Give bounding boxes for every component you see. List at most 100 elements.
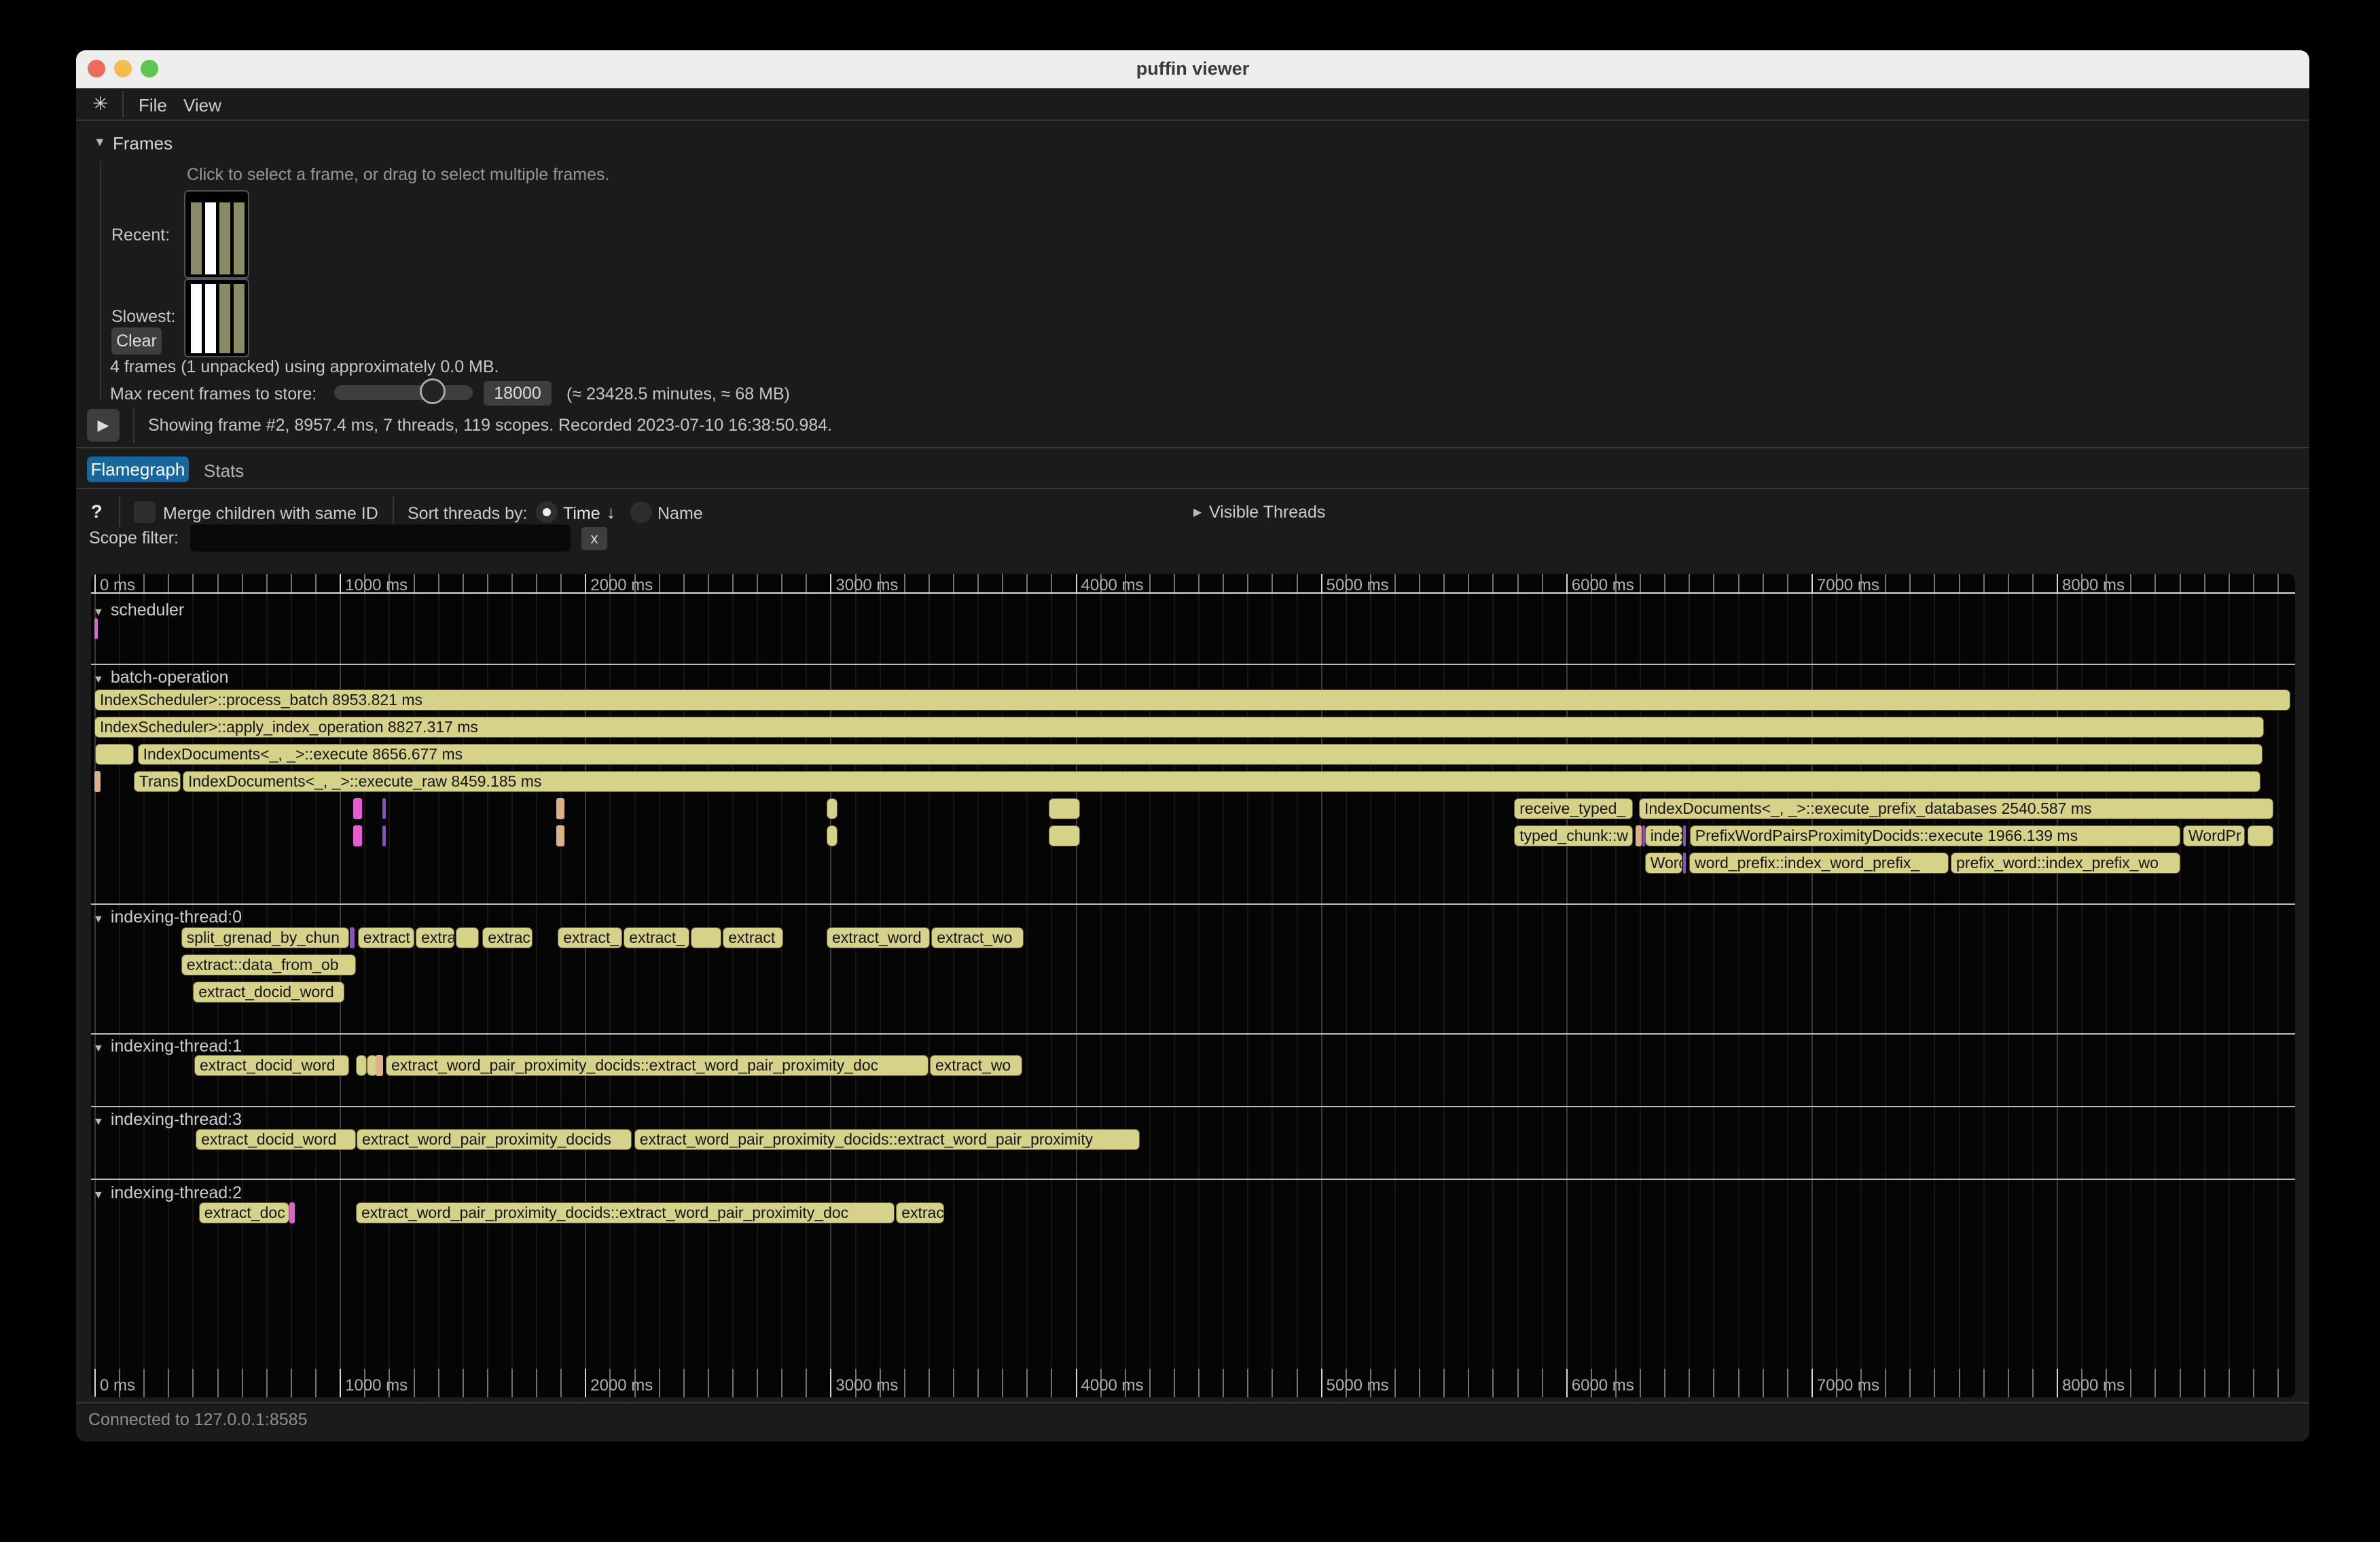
flame-bar[interactable]: prefix_word::index_prefix_wo — [1951, 853, 2180, 874]
menu-item-file[interactable]: File — [139, 95, 167, 116]
thread-header[interactable]: ▼batch-operation — [93, 668, 229, 687]
axis-tick — [1542, 574, 1543, 592]
flame-bar[interactable] — [827, 798, 837, 819]
flame-bar[interactable]: IndexScheduler>::apply_index_operation 8… — [94, 717, 2264, 738]
flame-bar[interactable]: extract_word — [827, 927, 930, 948]
flame-bar[interactable]: Word — [1645, 853, 1682, 874]
flame-bar[interactable] — [1636, 825, 1642, 846]
sort-name-label[interactable]: Name — [657, 504, 703, 524]
flame-bar[interactable] — [382, 798, 386, 819]
flame-bar[interactable]: extract_word_pair_proximity_docids::extr… — [356, 1202, 895, 1223]
flame-bar[interactable]: extract_wo — [931, 927, 1024, 948]
max-recent-frames-slider[interactable] — [334, 385, 473, 400]
flame-bar[interactable]: extract::data_from_ob — [181, 954, 356, 975]
collapse-icon[interactable]: ▼ — [93, 1116, 104, 1128]
flame-bar[interactable] — [353, 798, 362, 819]
collapse-icon[interactable]: ▼ — [93, 607, 104, 618]
visible-threads-label[interactable]: Visible Threads — [1209, 503, 1325, 522]
flame-bar[interactable]: IndexDocuments<_, _>::execute 8656.677 m… — [138, 744, 2262, 765]
flame-bar[interactable]: Trans — [134, 771, 181, 792]
thread-header[interactable]: ▼indexing-thread:0 — [93, 908, 242, 927]
flame-bar[interactable]: extrac — [896, 1202, 944, 1223]
flamegraph-canvas[interactable]: 0 ms0 ms1000 ms1000 ms2000 ms2000 ms3000… — [91, 574, 2295, 1397]
clear-button[interactable]: Clear — [111, 327, 162, 355]
tab-flamegraph[interactable]: Flamegraph — [87, 456, 189, 482]
visible-threads-collapse-icon[interactable]: ▶ — [1193, 505, 1202, 519]
flame-bar[interactable] — [95, 744, 134, 765]
flame-bar[interactable]: extract — [358, 927, 414, 948]
flame-bar[interactable]: IndexScheduler>::process_batch 8953.821 … — [94, 689, 2290, 711]
recent-frames-thumbnail[interactable] — [184, 190, 249, 279]
scope-filter-input[interactable] — [190, 524, 571, 552]
flame-bar[interactable] — [1049, 798, 1080, 819]
tab-stats[interactable]: Stats — [204, 461, 244, 482]
flame-bar[interactable]: receive_typed_ — [1514, 798, 1633, 819]
flame-bar[interactable] — [94, 618, 98, 639]
merge-children-checkbox[interactable] — [134, 501, 156, 523]
thread-header[interactable]: ▼scheduler — [93, 600, 184, 620]
play-button[interactable]: ▶ — [87, 409, 120, 442]
flame-bar[interactable] — [1683, 825, 1686, 846]
flame-bar[interactable] — [382, 825, 386, 846]
flame-bar[interactable]: extract_word_pair_proximity_docids — [357, 1129, 632, 1150]
help-button[interactable]: ? — [91, 501, 103, 522]
clear-filter-button[interactable]: x — [581, 527, 607, 550]
collapse-icon[interactable]: ▼ — [93, 914, 104, 925]
flame-bar[interactable] — [289, 1202, 295, 1223]
thread-header[interactable]: ▼indexing-thread:1 — [93, 1037, 242, 1056]
flame-bar[interactable] — [556, 798, 564, 819]
sort-time-label[interactable]: Time — [563, 504, 600, 524]
flame-bar[interactable]: extract_docid_word — [193, 982, 344, 1003]
flame-bar[interactable] — [827, 825, 837, 846]
frames-header[interactable]: Frames — [113, 133, 173, 154]
collapse-icon[interactable]: ▼ — [93, 1189, 104, 1201]
flame-bar[interactable] — [353, 825, 362, 846]
flame-bar[interactable]: extra — [416, 927, 454, 948]
flame-bar[interactable] — [456, 927, 479, 948]
axis-tick — [830, 574, 831, 592]
thread-header[interactable]: ▼indexing-thread:3 — [93, 1110, 242, 1130]
flame-bar[interactable] — [376, 1055, 383, 1076]
axis-tick — [2032, 1369, 2034, 1397]
collapse-icon[interactable]: ▼ — [93, 1043, 104, 1054]
flame-bar[interactable]: extract_word_pair_proximity_docids::extr… — [634, 1129, 1140, 1150]
flame-bar[interactable]: extract_docid_word — [196, 1129, 356, 1150]
axis-tick — [1076, 574, 1077, 592]
flame-bar[interactable]: extract_doc — [199, 1202, 289, 1223]
flame-bar[interactable] — [1683, 853, 1686, 874]
flame-bar[interactable]: extract_wo — [930, 1055, 1022, 1076]
collapse-icon[interactable]: ▼ — [93, 674, 104, 685]
sort-direction-arrow-icon[interactable]: ↓ — [607, 502, 615, 523]
flame-bar[interactable]: extrac — [482, 927, 533, 948]
flame-bar[interactable]: split_grenad_by_chun — [181, 927, 350, 948]
sort-name-radio[interactable] — [630, 501, 652, 523]
flame-bar[interactable]: extract_ — [558, 927, 622, 948]
flame-bar[interactable] — [356, 1055, 367, 1076]
flame-bar[interactable]: extract_docid_word — [194, 1055, 349, 1076]
frames-collapse-icon[interactable]: ▼ — [94, 135, 106, 149]
flame-bar[interactable]: extract — [723, 927, 783, 948]
app-icon[interactable]: ✳ — [92, 92, 108, 115]
slowest-frames-thumbnail[interactable] — [184, 279, 249, 357]
flame-bar[interactable] — [2248, 825, 2273, 846]
slider-knob[interactable] — [420, 378, 446, 404]
flame-bar[interactable]: PrefixWordPairsProximityDocids::execute … — [1690, 825, 2180, 846]
max-recent-frames-value[interactable]: 18000 — [484, 381, 552, 406]
flame-bar[interactable] — [1049, 825, 1080, 846]
flame-bar[interactable]: WordPr — [2183, 825, 2245, 846]
flame-bar[interactable] — [691, 927, 721, 948]
flame-bar[interactable] — [556, 825, 564, 846]
flame-bar[interactable]: IndexDocuments<_, _>::execute_prefix_dat… — [1639, 798, 2273, 819]
flame-bar[interactable] — [94, 771, 101, 792]
flame-bar[interactable]: index — [1645, 825, 1682, 846]
flame-bar[interactable]: typed_chunk::w — [1514, 825, 1633, 846]
flame-bar[interactable] — [350, 927, 355, 948]
thread-header[interactable]: ▼indexing-thread:2 — [93, 1183, 242, 1203]
flame-bar[interactable]: extract_ — [624, 927, 689, 948]
flame-bar[interactable]: extract_word_pair_proximity_docids::extr… — [386, 1055, 928, 1076]
flame-bar[interactable]: word_prefix::index_word_prefix_ — [1689, 853, 1949, 874]
sort-time-radio[interactable] — [536, 501, 558, 523]
flame-bar[interactable]: IndexDocuments<_, _>::execute_raw 8459.1… — [183, 771, 2260, 792]
axis-tick-label: 3000 ms — [835, 1376, 898, 1395]
menu-item-view[interactable]: View — [183, 95, 221, 116]
